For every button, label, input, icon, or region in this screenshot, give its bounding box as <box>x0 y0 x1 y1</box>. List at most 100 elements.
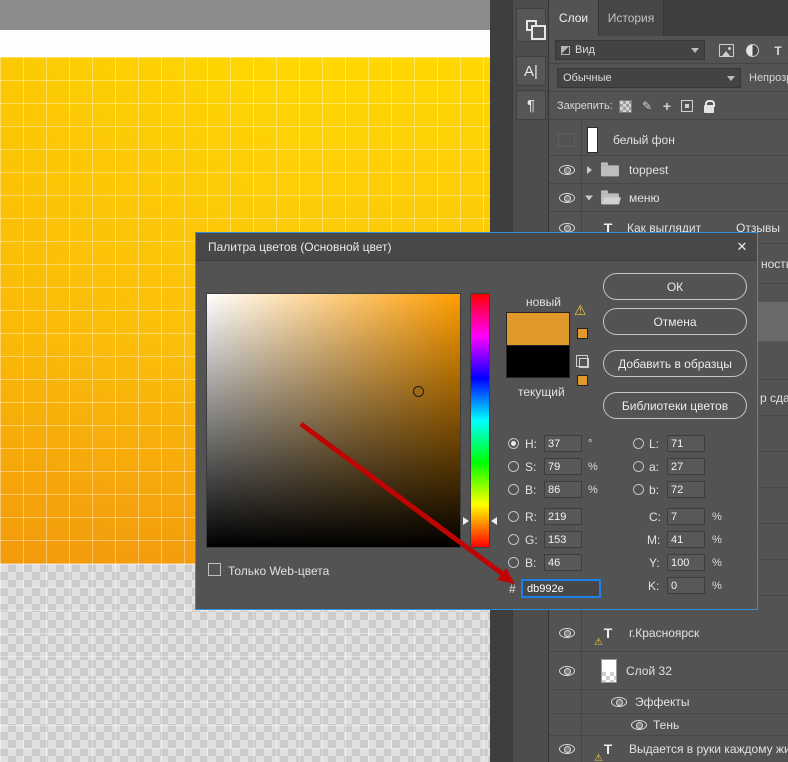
effects-label: Эффекты <box>635 694 690 709</box>
hue-slider[interactable] <box>470 293 490 548</box>
layer-row-menu[interactable]: меню <box>549 184 788 212</box>
hue-slider-arrow-right[interactable] <box>491 517 497 525</box>
hue-slider-arrow-left[interactable] <box>463 517 469 525</box>
layer-row-sloy-32[interactable]: Слой 32 <box>549 652 788 690</box>
radio-h[interactable] <box>508 438 519 449</box>
s-input[interactable] <box>544 458 582 475</box>
tab-layers[interactable]: Слои <box>549 0 598 36</box>
eye-icon[interactable] <box>559 665 575 676</box>
tab-history[interactable]: История <box>598 0 664 36</box>
warning-icon <box>594 638 603 648</box>
radio-b[interactable] <box>508 484 519 495</box>
y-input[interactable] <box>667 554 705 571</box>
clone-panel-icon <box>525 19 546 40</box>
c-unit: % <box>712 511 722 523</box>
radio-b2[interactable] <box>508 557 519 568</box>
lock-artboard-button[interactable] <box>679 98 695 114</box>
radio-r[interactable] <box>508 511 519 522</box>
chevron-right-icon[interactable] <box>587 165 592 174</box>
layer-row-effects[interactable]: Эффекты <box>549 690 788 714</box>
h-label: H: <box>525 437 537 451</box>
add-to-swatches-button[interactable]: Добавить в образцы <box>603 350 747 377</box>
lock-all-button[interactable] <box>701 98 717 114</box>
filter-image-button[interactable] <box>717 43 735 58</box>
filter-adjustment-button[interactable] <box>743 43 761 58</box>
layer-filter-row: Вид <box>549 36 788 64</box>
radio-s[interactable] <box>508 461 519 472</box>
dialog-title: Палитра цветов (Основной цвет) <box>208 239 392 254</box>
dialog-title-bar[interactable]: Палитра цветов (Основной цвет) <box>196 233 757 261</box>
radio-lab-b[interactable] <box>633 484 644 495</box>
visibility-off-box[interactable] <box>558 132 575 147</box>
blend-mode-dropdown[interactable]: Обычные <box>557 68 741 88</box>
y-label: Y: <box>649 556 660 570</box>
layer-row-shadow-effect[interactable]: Тень <box>549 714 788 736</box>
close-button[interactable]: ✕ <box>727 233 757 261</box>
eye-icon[interactable] <box>559 627 575 638</box>
layer-row-vydaetsya[interactable]: Выдается в руки каждому жите <box>549 736 788 762</box>
eye-icon[interactable] <box>631 719 647 730</box>
web-safe-cube-icon[interactable] <box>576 355 589 368</box>
blend-mode-row: Обычные Непрозр <box>549 64 788 92</box>
character-panel-button[interactable]: А| <box>516 56 546 86</box>
eye-icon[interactable] <box>559 164 575 175</box>
filter-type-button[interactable] <box>769 43 787 58</box>
paragraph-panel-button[interactable]: ¶ <box>516 90 546 120</box>
radio-l[interactable] <box>633 438 644 449</box>
canvas-white-band[interactable] <box>0 30 490 57</box>
warning-icon <box>594 754 603 762</box>
gamut-swatch[interactable] <box>577 328 588 339</box>
h-input[interactable] <box>544 435 582 452</box>
eye-icon[interactable] <box>611 696 627 707</box>
image-filter-icon <box>718 44 734 57</box>
web-colors-checkbox[interactable] <box>208 563 221 576</box>
layer-name: г.Красноярск <box>629 625 700 640</box>
new-color-label: новый <box>526 295 562 309</box>
color-libraries-button[interactable]: Библиотеки цветов <box>603 392 747 419</box>
layer-row-toppest[interactable]: toppest <box>549 156 788 184</box>
lock-pixels-button[interactable] <box>639 98 655 114</box>
hex-label: # <box>509 582 516 596</box>
lock-transparency-button[interactable] <box>617 98 633 114</box>
layer-name: Выдается в руки каждому жите <box>629 742 788 756</box>
lock-label: Закрепить: <box>557 100 613 112</box>
color-field-marker[interactable] <box>413 386 424 397</box>
chevron-down-icon[interactable] <box>585 195 593 200</box>
k-input[interactable] <box>667 577 705 594</box>
y-unit: % <box>712 557 722 569</box>
a-label: a: <box>649 460 660 474</box>
eye-icon[interactable] <box>559 744 575 754</box>
radio-a[interactable] <box>633 461 644 472</box>
cancel-button[interactable]: Отмена <box>603 308 747 335</box>
lock-position-button[interactable] <box>659 98 675 114</box>
clone-panel-button[interactable] <box>516 8 546 42</box>
lab-b-input[interactable] <box>667 481 705 498</box>
saturation-brightness-field[interactable] <box>206 293 461 548</box>
hex-input[interactable] <box>521 579 601 598</box>
c-input[interactable] <box>667 508 705 525</box>
blend-mode-value: Обычные <box>563 72 612 84</box>
layer-name: Слой 32 <box>626 663 672 678</box>
eye-icon[interactable] <box>559 192 575 203</box>
g-input[interactable] <box>544 531 582 548</box>
layer-thumbnail[interactable] <box>601 658 617 683</box>
gamut-warning-icon[interactable] <box>574 303 587 317</box>
eye-icon[interactable] <box>559 222 575 233</box>
l-input[interactable] <box>667 435 705 452</box>
ok-button[interactable]: ОК <box>603 273 747 300</box>
layer-row-white-bg[interactable]: белый фон <box>549 124 788 156</box>
layer-row-krasnoyarsk[interactable]: г.Красноярск <box>549 614 788 652</box>
m-input[interactable] <box>667 531 705 548</box>
a-input[interactable] <box>667 458 705 475</box>
layer-filter-dropdown[interactable]: Вид <box>555 40 705 60</box>
r-label: R: <box>525 510 537 524</box>
layer-thumbnail[interactable] <box>587 126 598 153</box>
c-label: C: <box>649 510 661 524</box>
web-safe-swatch[interactable] <box>577 375 588 386</box>
character-panel-icon: А| <box>524 62 538 80</box>
b-input[interactable] <box>544 481 582 498</box>
r-input[interactable] <box>544 508 582 525</box>
b2-input[interactable] <box>544 554 582 571</box>
effect-name: Тень <box>653 717 680 732</box>
radio-g[interactable] <box>508 534 519 545</box>
